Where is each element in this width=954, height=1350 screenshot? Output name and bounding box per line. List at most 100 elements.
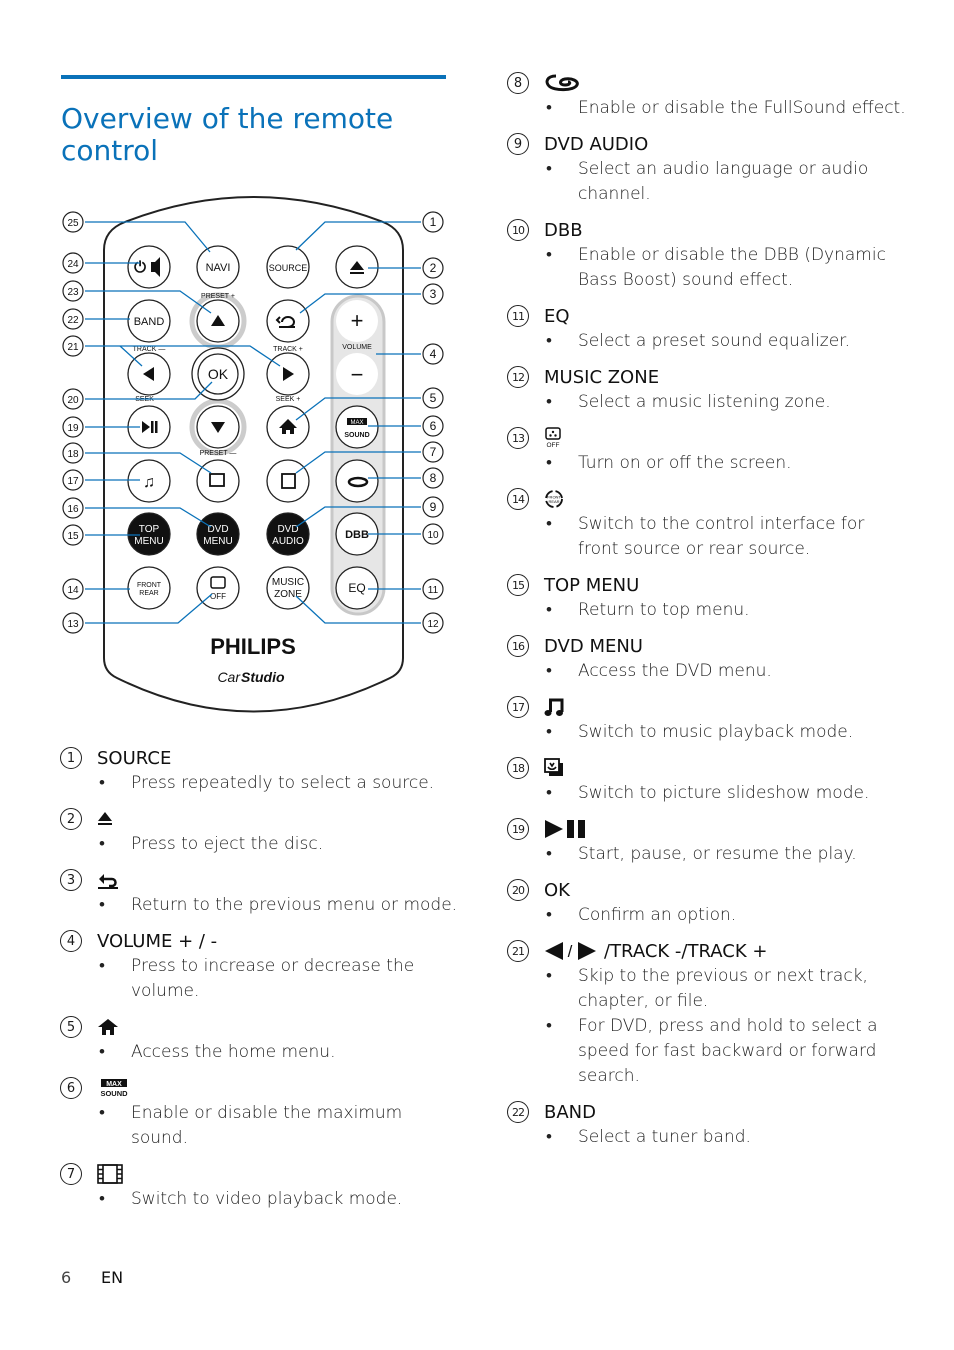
language-code: EN [101, 1268, 124, 1287]
bullet-text: Select a preset sound equalizer. [578, 331, 851, 351]
bullet-text: Access the DVD menu. [578, 661, 772, 681]
item-heading: 4 VOLUME + / - [60, 928, 460, 954]
callout-number: 15 [507, 574, 529, 596]
svg-text:TRACK +: TRACK + [273, 346, 303, 353]
item-heading: 3 [60, 867, 460, 893]
item-heading: 20 OK [507, 877, 907, 903]
svg-text:9: 9 [430, 500, 437, 514]
item-heading: 15 TOP MENU [507, 572, 907, 598]
item-heading: 11 EQ [507, 303, 907, 329]
item-heading: 8 [507, 70, 907, 96]
item-heading: 22 BAND [507, 1099, 907, 1125]
bullet-marker: • [546, 783, 552, 803]
front-rear-icon: FRONT REAR [544, 489, 564, 509]
bullet-text: Switch to video playback mode. [131, 1189, 403, 1209]
svg-text:MAX: MAX [106, 1081, 122, 1088]
svg-text:⏻: ⏻ [134, 259, 146, 276]
description-item: 12 MUSIC ZONE • Select a music listening zo… [507, 364, 907, 415]
item-label: MUSIC ZONE [544, 366, 660, 388]
description-item: 16 DVD MENU • Access the DVD menu. [507, 633, 907, 684]
bullet-text: Select a tuner band. [578, 1127, 751, 1147]
callout-number: 12 [507, 366, 529, 388]
svg-text:REAR: REAR [548, 499, 559, 504]
bullet-item: • Confirm an option. [507, 903, 907, 928]
description-item: 3 • Return to the previous menu or mode. [60, 867, 460, 918]
svg-text:SOURCE: SOURCE [269, 263, 308, 273]
description-item: 13 OFF • Turn on or off the screen. [507, 425, 907, 476]
bullet-marker: • [546, 331, 552, 351]
callout-7: 7 [422, 441, 444, 463]
svg-text:VOLUME: VOLUME [342, 344, 372, 351]
callout-number: 17 [507, 696, 529, 718]
svg-text:4: 4 [430, 347, 437, 361]
bullet-item: • Enable or disable the DBB (Dynamic Bass… [507, 243, 907, 293]
max-sound-button [335, 405, 379, 449]
bullet-text: Select a music listening zone. [578, 392, 831, 412]
bullet-text: Press to increase or decrease the volume… [131, 956, 415, 1001]
description-item: 20 OK • Confirm an option. [507, 877, 907, 928]
description-item: 8 • Enable or disable the FullSound effect… [507, 70, 907, 121]
callout-number: 8 [507, 72, 529, 94]
svg-text:7: 7 [430, 445, 437, 459]
item-label: DVD AUDIO [544, 133, 649, 155]
bullet-item: • Turn on or off the screen. [507, 451, 907, 476]
item-heading: 17 [507, 694, 907, 720]
svg-text:MENU: MENU [203, 536, 232, 547]
svg-text:1: 1 [430, 215, 437, 229]
svg-text:EQ: EQ [348, 581, 365, 595]
bullet-text: Enable or disable the DBB (Dynamic Bass … [578, 245, 886, 290]
bullet-marker: • [99, 1189, 105, 1209]
bullet-marker: • [546, 844, 552, 864]
bullet-item: • For DVD, press and hold to select a spe… [507, 1014, 907, 1089]
description-item: 11 EQ • Select a preset sound equalizer. [507, 303, 907, 354]
svg-text:FRONT: FRONT [137, 582, 162, 589]
bullet-item: • Select a music listening zone. [507, 390, 907, 415]
prev-next-icon: / [544, 941, 600, 961]
svg-text:20: 20 [67, 395, 79, 406]
fullsound-icon [544, 74, 582, 92]
svg-text:SOUND: SOUND [100, 1089, 128, 1098]
svg-text:17: 17 [67, 476, 79, 487]
svg-text:AUDIO: AUDIO [272, 536, 304, 547]
bullet-text: Start, pause, or resume the play. [578, 844, 857, 864]
play-pause-icon [544, 819, 588, 839]
item-heading: 16 DVD MENU [507, 633, 907, 659]
svg-text:PRESET —: PRESET — [200, 450, 237, 457]
item-label: BAND [544, 1101, 596, 1123]
description-item: 2 • Press to eject the disc. [60, 806, 460, 857]
svg-text:OFF: OFF [547, 442, 560, 449]
bullet-item: • Switch to video playback mode. [60, 1187, 460, 1212]
item-label: OK [544, 879, 570, 901]
svg-text:PHILIPS: PHILIPS [210, 634, 296, 659]
callout-21: 21 [62, 335, 84, 357]
svg-text:BAND: BAND [134, 316, 165, 328]
svg-text:♫: ♫ [143, 474, 155, 491]
video-button [266, 459, 310, 503]
eject-icon [97, 810, 113, 828]
description-item: 6 MAX SOUND • Enable or disable the maximum … [60, 1075, 460, 1151]
bullet-item: • Start, pause, or resume the play. [507, 842, 907, 867]
item-heading: 1 SOURCE [60, 745, 460, 771]
item-heading: 9 DVD AUDIO [507, 131, 907, 157]
picture-icon [544, 758, 564, 778]
page-footer: 6 EN [61, 1268, 123, 1287]
callout-22: 22 [62, 308, 84, 330]
callout-number: 19 [507, 818, 529, 840]
bullet-item: • Enable or disable the FullSound effect. [507, 96, 907, 121]
item-heading: 10 DBB [507, 217, 907, 243]
svg-text:3: 3 [430, 287, 437, 301]
back-icon [97, 871, 119, 889]
description-item: 22 BAND • Select a tuner band. [507, 1099, 907, 1150]
svg-text:OK: OK [208, 366, 229, 382]
svg-text:12: 12 [427, 619, 439, 630]
description-item: 18 • Switch to picture slideshow mode. [507, 755, 907, 806]
svg-text:DBB: DBB [345, 529, 369, 541]
description-item: 14 FRONT REAR • Switch to the control interf… [507, 486, 907, 562]
item-heading: 2 [60, 806, 460, 832]
callout-number: 2 [60, 808, 82, 830]
item-heading: 12 MUSIC ZONE [507, 364, 907, 390]
bullet-text: Switch to music playback mode. [578, 722, 854, 742]
description-item: 4 VOLUME + / - • Press to increase or decre… [60, 928, 460, 1004]
bullet-text: Return to the previous menu or mode. [131, 895, 458, 915]
bullet-marker: • [546, 1127, 552, 1147]
